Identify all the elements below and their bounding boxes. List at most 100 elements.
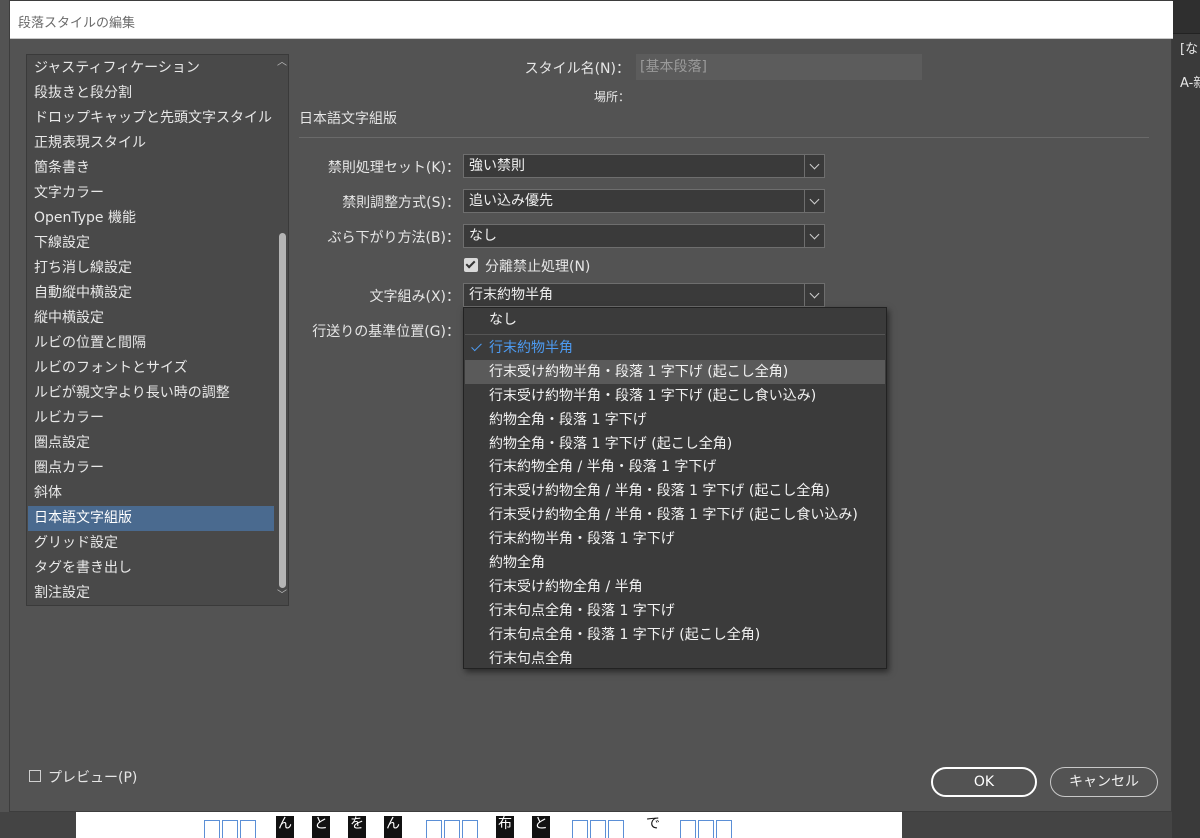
style-name-label: スタイル名(N)：: [524, 61, 630, 77]
canvas-glyph: ん: [276, 816, 294, 838]
cancel-button[interactable]: キャンセル: [1050, 767, 1158, 797]
preview-checkbox[interactable]: [29, 770, 41, 782]
layout-grid-cell: [426, 820, 442, 838]
category-item[interactable]: 箇条書き: [28, 156, 274, 181]
kinsoku-adjust-select[interactable]: 追い込み優先: [463, 189, 825, 213]
hanging-select[interactable]: なし: [463, 224, 825, 248]
dropdown-option[interactable]: 行末受け約物半角・段落 1 字下げ (起こし全角): [465, 359, 885, 384]
category-item[interactable]: ドロップキャップと先頭文字スタイル: [28, 106, 274, 131]
dropdown-option-label: 行末句点全角・段落 1 字下げ (起こし全角): [489, 626, 761, 643]
category-item[interactable]: 正規表現スタイル: [28, 131, 274, 156]
dropdown-option[interactable]: 約物全角・段落 1 字下げ: [465, 408, 885, 432]
kinsoku-set-value: 強い禁則: [469, 158, 525, 174]
category-item[interactable]: 日本語文字組版: [28, 506, 274, 531]
dropdown-option[interactable]: 行末約物半角・段落 1 字下げ: [465, 527, 885, 551]
layout-grid-cell: [716, 820, 732, 838]
scrollbar-thumb[interactable]: [279, 233, 286, 588]
dropdown-option[interactable]: 行末受け約物全角 / 半角: [465, 575, 885, 599]
dropdown-option-label: 約物全角・段落 1 字下げ (起こし全角): [489, 435, 733, 452]
category-item[interactable]: 下線設定: [28, 231, 274, 256]
dropdown-option[interactable]: 行末句点全角: [465, 647, 885, 671]
dropdown-option-label: 行末句点全角・段落 1 字下げ: [489, 602, 675, 619]
chevron-down-icon: [809, 288, 820, 299]
category-item[interactable]: 自動縦中横設定: [28, 281, 274, 306]
category-item[interactable]: 圏点設定: [28, 431, 274, 456]
category-item[interactable]: 斜体: [28, 481, 274, 506]
mojikumi-value: 行末約物半角: [469, 287, 553, 303]
chevron-down-icon: [809, 194, 820, 205]
ok-button[interactable]: OK: [931, 767, 1037, 797]
category-item[interactable]: 圏点カラー: [28, 456, 274, 481]
no-break-label[interactable]: 分離禁止処理(N): [485, 256, 590, 276]
mojikumi-select[interactable]: 行末約物半角: [463, 283, 825, 307]
category-list[interactable]: ジャスティフィケーション 段抜きと段分割 ドロップキャップと先頭文字スタイル 正規表現…: [26, 54, 289, 606]
kinsoku-adjust-dropdown-button[interactable]: [804, 190, 824, 212]
layout-grid-cell: [608, 820, 624, 838]
scroll-up-icon[interactable]: ︿: [276, 57, 288, 69]
dropdown-option-label: 約物全角・段落 1 字下げ: [489, 411, 647, 428]
category-item[interactable]: ルビカラー: [28, 406, 274, 431]
layout-grid-cell: [698, 820, 714, 838]
dropdown-option[interactable]: 行末約物半角: [465, 336, 885, 360]
category-item[interactable]: 段抜きと段分割: [28, 81, 274, 106]
dropdown-option[interactable]: 行末句点全角・段落 1 字下げ: [465, 599, 885, 623]
layout-grid-cell: [240, 820, 256, 838]
dropdown-option[interactable]: 行末受け約物全角 / 半角・段落 1 字下げ (起こし全角): [465, 479, 885, 503]
dropdown-option[interactable]: なし: [465, 308, 885, 332]
category-item[interactable]: ルビが親文字より長い時の調整: [28, 381, 274, 406]
canvas-glyph: と: [312, 816, 330, 838]
category-item[interactable]: グリッド設定: [28, 531, 274, 556]
category-item[interactable]: 割注設定: [28, 581, 274, 605]
dropdown-separator: [465, 334, 885, 335]
dropdown-option[interactable]: 行末句点全角・段落 1 字下げ (起こし全角): [465, 623, 885, 647]
background-panel-text-1: [な: [1180, 42, 1199, 57]
category-scrollbar[interactable]: ︿ ﹀: [275, 55, 288, 605]
canvas-glyph: と: [532, 816, 550, 838]
kinsoku-set-label: 禁則処理セット(K)：: [327, 160, 460, 176]
category-item[interactable]: ジャスティフィケーション: [28, 56, 274, 81]
dropdown-option-label: なし: [489, 312, 517, 328]
dropdown-option-label: 約物全角: [489, 555, 545, 571]
dialog-titlebar[interactable]: 段落スタイルの編集: [10, 1, 1173, 39]
canvas-glyph: で: [644, 816, 662, 838]
background-panel-header: [1172, 0, 1200, 34]
mojikumi-dropdown-button[interactable]: [804, 284, 824, 306]
dropdown-option[interactable]: 行末受け約物半角・段落 1 字下げ (起こし食い込み): [465, 384, 885, 408]
dropdown-option-label: 行末受け約物全角 / 半角: [489, 578, 643, 595]
hanging-value: なし: [469, 228, 497, 244]
layout-grid-cell: [590, 820, 606, 838]
dropdown-option-label: 行末句点全角: [489, 650, 573, 667]
chevron-down-icon: [809, 229, 820, 240]
category-item[interactable]: 文字カラー: [28, 181, 274, 206]
category-item[interactable]: 縦中横設定: [28, 306, 274, 331]
category-item[interactable]: ルビのフォントとサイズ: [28, 356, 274, 381]
kinsoku-set-select[interactable]: 強い禁則: [463, 154, 825, 178]
category-item[interactable]: ルビの位置と間隔: [28, 331, 274, 356]
background-panel-text-2: A-新: [1180, 76, 1200, 91]
checkmark-icon: [471, 340, 482, 352]
layout-grid-cell: [680, 820, 696, 838]
scroll-down-icon[interactable]: ﹀: [276, 590, 288, 602]
category-item[interactable]: OpenType 機能: [28, 206, 274, 231]
dropdown-option[interactable]: 約物全角・段落 1 字下げ (起こし全角): [465, 432, 885, 456]
dropdown-option-label: 行末約物全角 / 半角・段落 1 字下げ: [489, 459, 717, 476]
hanging-label: ぶら下がり方法(B)：: [327, 230, 460, 246]
style-name-field[interactable]: [基本段落]: [636, 54, 922, 80]
layout-grid-cell: [572, 820, 588, 838]
dropdown-option[interactable]: 約物全角: [465, 551, 885, 575]
kinsoku-set-dropdown-button[interactable]: [804, 155, 824, 177]
document-page: ん と を ん 布 と で: [76, 812, 902, 838]
dropdown-option-label: 行末受け約物半角・段落 1 字下げ (起こし全角): [489, 363, 789, 380]
layout-grid-cell: [222, 820, 238, 838]
canvas-glyph: を: [348, 816, 366, 838]
category-item[interactable]: タグを書き出し: [28, 556, 274, 581]
hanging-dropdown-button[interactable]: [804, 225, 824, 247]
dropdown-option[interactable]: 行末受け約物全角 / 半角・段落 1 字下げ (起こし食い込み): [465, 503, 885, 527]
dropdown-option[interactable]: 行末約物全角 / 半角・段落 1 字下げ: [465, 455, 885, 479]
preview-label[interactable]: プレビュー(P): [48, 767, 137, 787]
paragraph-style-dialog: 段落スタイルの編集 ジャスティフィケーション 段抜きと段分割 ドロップキャップと先頭…: [9, 0, 1173, 812]
mojikumi-dropdown-list[interactable]: なし行末約物半角行末受け約物半角・段落 1 字下げ (起こし全角) 行末受け約物半…: [463, 307, 887, 669]
category-item[interactable]: 打ち消し線設定: [28, 256, 274, 281]
dialog-title: 段落スタイルの編集: [18, 16, 136, 31]
no-break-checkbox[interactable]: [464, 258, 478, 272]
